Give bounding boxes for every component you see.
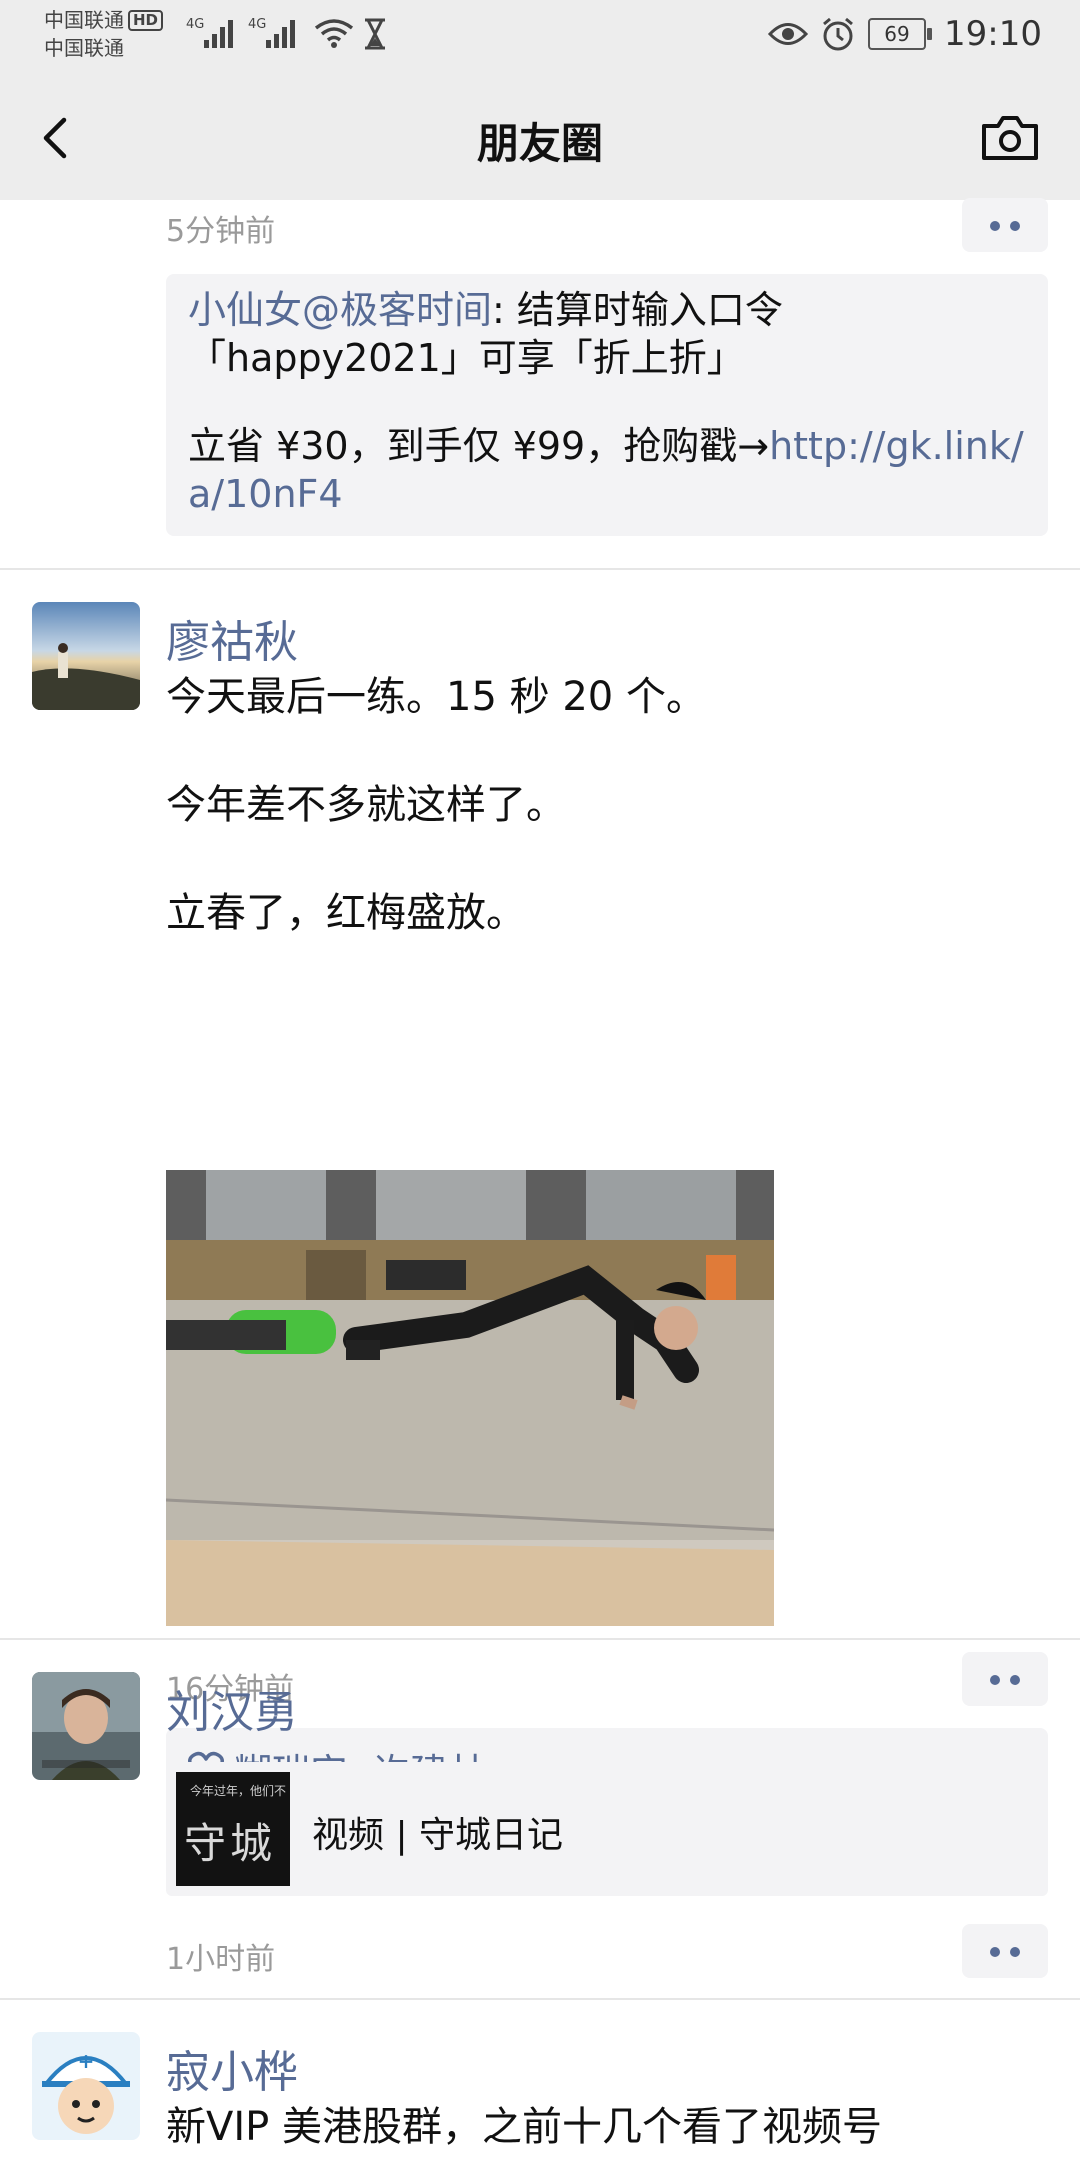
comment-text-line3: 立省 ¥30，到手仅 ¥99，抢购戳→ <box>188 424 770 468</box>
post-text-line: 新VIP 美港股群，之前十几个看了视频号 <box>166 2104 882 2150</box>
post-author[interactable]: 廖祜秋 <box>166 606 298 670</box>
post-author[interactable]: 刘汉勇 <box>166 1676 298 1740</box>
moment-post: + 寂小桦 新VIP 美港股群，之前十几个看了视频号 <box>0 2000 1080 2160</box>
more-options-button[interactable] <box>962 198 1048 252</box>
post-photo[interactable] <box>166 1170 774 1626</box>
status-right: 69 19:10 <box>768 14 1042 54</box>
comment-link[interactable]: http://gk.link/ <box>769 424 1024 468</box>
camera-icon <box>982 116 1038 160</box>
clock: 19:10 <box>944 14 1042 54</box>
carrier-name-2: 中国联通 <box>44 36 124 60</box>
hd-badge: HD <box>128 10 164 31</box>
carrier-info: 中国联通 HD 中国联通 <box>44 6 164 62</box>
comment-box: 小仙女@极客时间: 结算时输入口令 「happy2021」可享「折上折」 立省 … <box>166 274 1048 536</box>
comment-text: : 结算时输入口令 <box>492 288 783 332</box>
svg-text:+: + <box>78 2049 95 2073</box>
post-author[interactable]: 寂小桦 <box>166 2036 298 2100</box>
comment-text-line2: 「happy2021」可享「折上折」 <box>188 336 745 380</box>
moment-post: 5分钟前 小仙女@极客时间: 结算时输入口令 「happy2021」可享「折上折… <box>0 198 1080 570</box>
post-text-line: 立春了，红梅盛放。 <box>166 890 526 936</box>
signal-icon-2: 4G <box>248 17 295 48</box>
hourglass-icon <box>365 18 385 50</box>
video-card[interactable]: 今年过年，他们不 守城 视频 | 守城日记 <box>166 1762 1048 1896</box>
post-time: 5分钟前 <box>166 214 276 249</box>
camera-button[interactable] <box>980 112 1040 164</box>
network-type-label: 4G <box>186 17 204 32</box>
video-thumb-caption: 今年过年，他们不 <box>190 1784 287 1798</box>
page-title: 朋友圈 <box>476 119 603 168</box>
comment[interactable]: 小仙女@极客时间: 结算时输入口令 「happy2021」可享「折上折」 立省 … <box>188 286 1038 518</box>
moment-post: 廖祜秋 今天最后一练。15 秒 20 个。 今年差不多就这样了。 立春了，红梅盛… <box>0 570 1080 1804</box>
battery-indicator: 69 <box>868 18 933 50</box>
avatar[interactable] <box>32 602 140 710</box>
moment-post: 刘汉勇 今年过年，他们不 守城 视频 | 守城日记 1小时前 <box>0 1640 1080 1998</box>
comment-author[interactable]: 小仙女@极客时间 <box>188 288 492 332</box>
avatar[interactable] <box>32 1672 140 1780</box>
post-time: 1小时前 <box>166 1942 276 1977</box>
post-text-line: 今年差不多就这样了。 <box>166 782 566 828</box>
video-thumb-title: 守城 <box>184 1819 277 1868</box>
signal-icon: 4G <box>186 17 233 48</box>
alarm-icon <box>823 17 853 51</box>
more-options-button[interactable] <box>962 1924 1048 1978</box>
video-thumbnail: 今年过年，他们不 守城 <box>176 1772 290 1886</box>
avatar[interactable]: + <box>32 2032 140 2140</box>
dot-icon <box>1010 221 1020 231</box>
nav-bar: 朋友圈 <box>0 68 1080 200</box>
post-text-line: 今天最后一练。15 秒 20 个。 <box>166 674 706 720</box>
status-bar: 中国联通 HD 中国联通 4G 4G 69 19:10 <box>0 0 1080 68</box>
dot-icon <box>1010 1947 1020 1957</box>
video-label: 视频 | 守城日记 <box>312 1815 564 1856</box>
network-type-label-2: 4G <box>248 17 266 32</box>
post-text: 今天最后一练。15 秒 20 个。 今年差不多就这样了。 立春了，红梅盛放。 <box>166 670 706 940</box>
comment-link-cont[interactable]: a/10nF4 <box>188 470 1038 518</box>
wifi-icon <box>314 19 354 48</box>
dot-icon <box>990 221 1000 231</box>
dot-icon <box>990 1947 1000 1957</box>
eye-icon <box>768 23 809 45</box>
carrier-name-1: 中国联通 <box>44 8 124 32</box>
